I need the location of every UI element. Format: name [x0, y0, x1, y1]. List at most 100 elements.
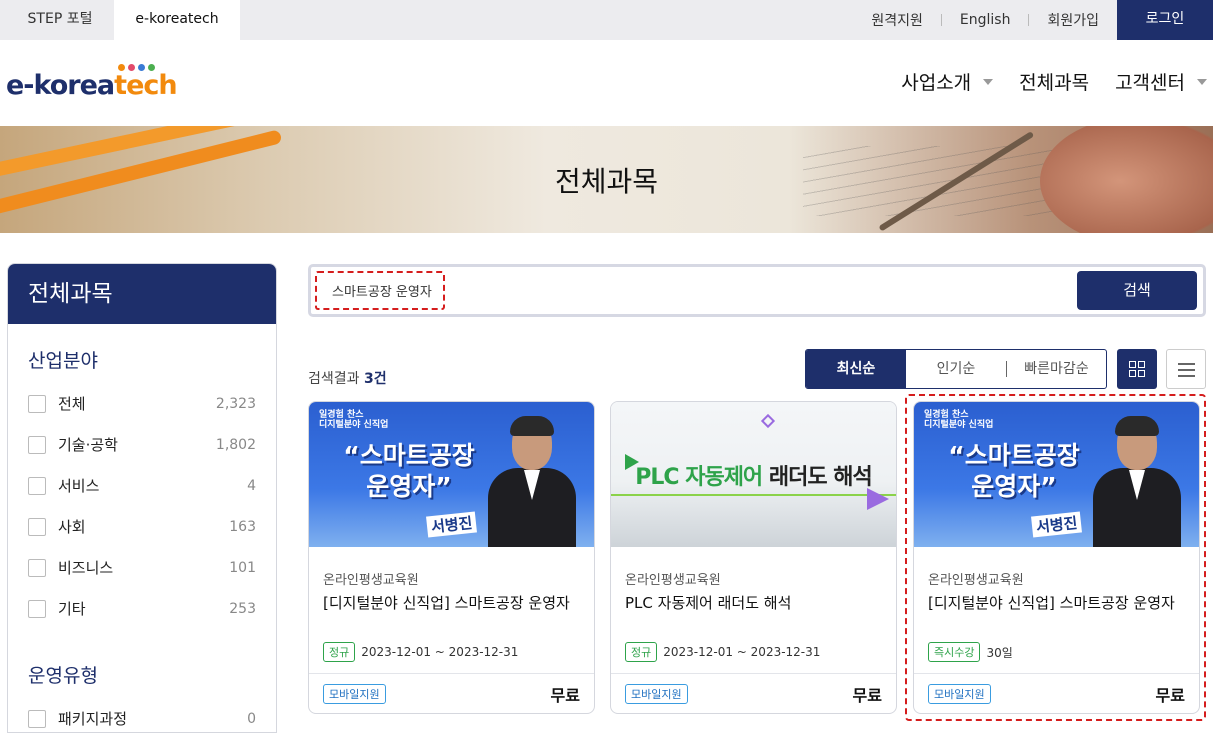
filter-count: 4: [247, 477, 256, 494]
checkbox[interactable]: [28, 394, 46, 413]
signup-link[interactable]: 회원가입: [1029, 10, 1117, 30]
site-header: e-koreatech 사업소개 전체과목 고객센터: [0, 40, 1213, 126]
tab-e-koreatech[interactable]: e-koreatech: [114, 0, 240, 40]
course-title[interactable]: PLC 자동제어 래더도 해석: [625, 592, 882, 614]
filter-label: 기타: [58, 600, 86, 618]
filter-count: 2,323: [215, 395, 256, 412]
filter-label: 비즈니스: [58, 559, 114, 577]
course-period: 2023-12-01 ~ 2023-12-31: [663, 645, 821, 659]
course-type-badge: 정규: [625, 642, 658, 662]
course-period: 30일: [986, 645, 1013, 660]
filter-label: 사회: [58, 518, 86, 536]
sort-latest[interactable]: 최신순: [806, 350, 906, 388]
course-price: 무료: [852, 685, 882, 705]
result-prefix: 검색결과: [308, 371, 360, 387]
checkbox[interactable]: [28, 599, 46, 618]
thumb-title: “스마트공장 운영자”: [948, 441, 1080, 501]
checkbox[interactable]: [28, 517, 46, 536]
course-org: 온라인평생교육원: [928, 573, 1024, 588]
course-meta: 정규 2023-12-01 ~ 2023-12-31: [625, 642, 882, 662]
triangle-decoration: [867, 488, 889, 510]
course-price: 무료: [1155, 685, 1185, 705]
course-meta: 즉시수강 30일: [928, 642, 1185, 662]
checkbox[interactable]: [28, 558, 46, 577]
filter-label: 패키지과정: [58, 710, 128, 728]
section-industry: 산업분야: [28, 350, 98, 372]
course-thumbnail[interactable]: 일경험 찬스 디지털분야 신직업 “스마트공장 운영자” 서병진: [914, 402, 1199, 547]
nav-label: 사업소개: [901, 72, 972, 94]
list-view-button[interactable]: [1166, 349, 1206, 389]
instructor-photo: [1089, 416, 1185, 547]
instructor-name: 서병진: [426, 511, 478, 538]
filter-item-society[interactable]: 사회 163: [8, 506, 276, 547]
tab-step-portal[interactable]: STEP 포털: [8, 0, 112, 40]
thumb-line: [611, 494, 896, 496]
remote-support-link[interactable]: 원격지원: [853, 10, 941, 30]
card-footer: 모바일지원 무료: [309, 673, 594, 713]
filter-label: 서비스: [58, 477, 100, 495]
top-utility-bar: STEP 포털 e-koreatech 원격지원 English 회원가입 로그…: [0, 0, 1213, 40]
login-button[interactable]: 로그인: [1117, 0, 1213, 40]
mobile-badge: 모바일지원: [928, 683, 991, 704]
nav-label: 전체과목: [1019, 72, 1090, 94]
page-banner: 전체과목: [0, 126, 1213, 233]
category-sidebar: 전체과목 산업분야 전체 2,323 기술·공학 1,802 서비스 4 사회 …: [7, 263, 277, 733]
thumb-logo: 일경험 찬스 디지털분야 신직업: [319, 410, 389, 430]
instructor-name: 서병진: [1031, 511, 1083, 538]
course-card[interactable]: PLC 자동제어 래더도 해석 온라인평생교육원 PLC 자동제어 래더도 해석…: [610, 401, 897, 714]
search-input[interactable]: [317, 272, 1077, 309]
checkbox[interactable]: [28, 709, 46, 728]
course-type-badge: 즉시수강: [928, 642, 981, 662]
filter-count: 1,802: [215, 436, 256, 453]
thumb-title: “스마트공장 운영자”: [343, 441, 475, 501]
filter-item-engineering[interactable]: 기술·공학 1,802: [8, 424, 276, 465]
course-title[interactable]: [디지털분야 신직업] 스마트공장 운영자: [323, 592, 580, 614]
filter-label: 기술·공학: [58, 436, 118, 454]
course-org: 온라인평생교육원: [323, 573, 419, 588]
mobile-badge: 모바일지원: [323, 683, 386, 704]
english-link[interactable]: English: [942, 12, 1029, 28]
sort-popular[interactable]: 인기순: [906, 350, 1006, 388]
course-card[interactable]: 일경험 찬스 디지털분야 신직업 “스마트공장 운영자” 서병진 온라인평생교육원 …: [913, 401, 1200, 714]
result-count: 검색결과 3건: [308, 368, 387, 388]
card-footer: 모바일지원 무료: [611, 673, 896, 713]
course-thumbnail[interactable]: 일경험 찬스 디지털분야 신직업 “스마트공장 운영자” 서병진: [309, 402, 594, 547]
sort-deadline[interactable]: 빠른마감순: [1007, 350, 1106, 388]
site-logo[interactable]: e-koreatech: [6, 70, 178, 102]
course-thumbnail[interactable]: PLC 자동제어 래더도 해석: [611, 402, 896, 547]
nav-label: 고객센터: [1115, 72, 1185, 94]
sidebar-title: 전체과목: [8, 264, 276, 324]
filter-count: 253: [229, 600, 256, 617]
page-title: 전체과목: [554, 165, 659, 198]
sort-options: 최신순 인기순 빠른마감순: [805, 349, 1107, 389]
checkbox[interactable]: [28, 435, 46, 454]
filter-item-all[interactable]: 전체 2,323: [8, 383, 276, 424]
filter-item-package[interactable]: 패키지과정 0: [8, 698, 276, 732]
list-icon: [1178, 363, 1195, 381]
course-type-badge: 정규: [323, 642, 356, 662]
nav-business-intro[interactable]: 사업소개: [901, 68, 994, 95]
caret-down-icon: [983, 78, 994, 85]
course-price: 무료: [550, 685, 580, 705]
logo-text-korea: e-korea: [6, 70, 115, 101]
course-title[interactable]: [디지털분야 신직업] 스마트공장 운영자: [928, 592, 1185, 614]
nav-customer-center[interactable]: 고객센터: [1115, 68, 1207, 95]
grid-view-button[interactable]: [1117, 349, 1157, 389]
course-org: 온라인평생교육원: [625, 573, 721, 588]
logo-text-tech: tech: [114, 70, 177, 101]
utility-links: 원격지원 English 회원가입: [853, 0, 1117, 40]
checkbox[interactable]: [28, 476, 46, 495]
filter-count: 101: [229, 559, 256, 576]
thumb-logo: 일경험 찬스 디지털분야 신직업: [924, 410, 994, 430]
search-button[interactable]: 검색: [1077, 271, 1197, 310]
filter-item-etc[interactable]: 기타 253: [8, 588, 276, 629]
filter-count: 0: [247, 710, 256, 727]
nav-all-courses[interactable]: 전체과목: [1019, 68, 1089, 95]
thumb-title: PLC 자동제어 래더도 해석: [635, 465, 872, 490]
filter-count: 163: [229, 518, 256, 535]
course-period: 2023-12-01 ~ 2023-12-31: [361, 645, 519, 659]
filter-item-service[interactable]: 서비스 4: [8, 465, 276, 506]
course-card[interactable]: 일경험 찬스 디지털분야 신직업 “스마트공장 운영자” 서병진 온라인평생교육원 …: [308, 401, 595, 714]
filter-item-business[interactable]: 비즈니스 101: [8, 547, 276, 588]
instructor-photo: [484, 416, 580, 547]
